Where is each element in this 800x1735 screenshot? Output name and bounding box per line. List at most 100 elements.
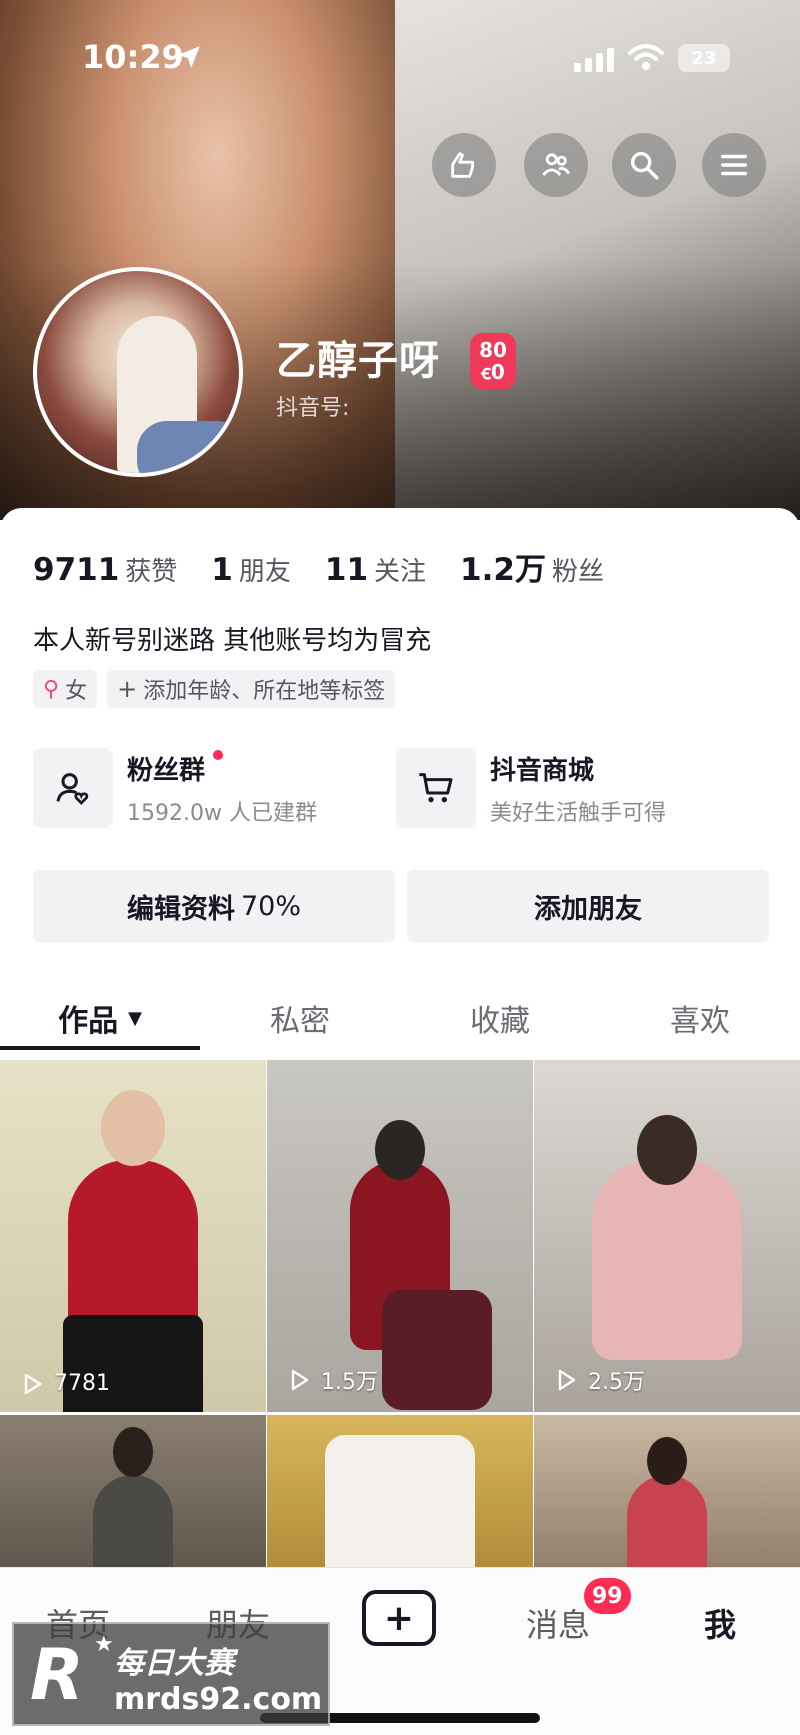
video-thumbnail[interactable]: 2.5万 [534,1060,800,1412]
status-bar: 10:29 23 [0,0,800,110]
thumbnail-figure-lower [63,1315,203,1412]
thumbnail-head [113,1427,153,1477]
video-thumbnail[interactable]: 7781 [0,1060,266,1412]
stat-likes[interactable]: 9711 获赞 [33,551,177,588]
fan-group-icon [56,773,89,805]
level-badge-bottom: ꞓ0 [481,360,505,384]
thumbnail-figure [627,1475,707,1577]
play-icon [24,1373,42,1394]
play-count: 2.5万 [554,1364,645,1396]
tab-label: 作品 [58,1004,119,1039]
star-icon: ★ [94,1632,114,1657]
fan-group-subtitle: 1592.0w 人已建群 [127,800,317,826]
thumbnail-figure [592,1160,742,1360]
create-button[interactable]: + [362,1590,436,1646]
stat-label: 关注 [374,557,427,587]
search-icon [630,151,659,180]
watermark-title: 每日大赛 [114,1646,234,1681]
play-count-value: 1.5万 [321,1370,378,1395]
thumbnail-figure [325,1435,475,1577]
edit-profile-percent: 70% [240,890,301,922]
profile-card: 9711 获赞 1 朋友 11 关注 1.2万 粉丝 本人新号别迷路 其他账号均… [0,508,800,1735]
profile-header: 10:29 23 乙醇子呀 80 ꞓ0 抖音号: [0,0,800,520]
status-time: 10:29 [82,38,184,76]
plus-icon: + [117,675,138,703]
stat-followers[interactable]: 1.2万 粉丝 [460,544,604,589]
play-count: 7781 [20,1371,110,1396]
location-arrow-icon [178,46,200,68]
username: 乙醇子呀 [276,338,440,384]
tab-works[interactable]: 作品 ▼ [0,978,200,1058]
video-thumbnail[interactable] [267,1415,533,1577]
stat-value: 1 [211,552,233,588]
nav-messages[interactable]: 消息 [526,1600,590,1646]
video-grid: 7781 1.5万 2.5万 [0,1060,800,1577]
tab-favorites[interactable]: 收藏 [400,978,600,1058]
plus-icon: + [383,1597,415,1639]
edit-profile-button[interactable]: 编辑资料 70% [33,870,395,942]
profile-tags: ⚲ 女 + 添加年龄、所在地等标签 [33,670,396,708]
add-tags-label: 添加年龄、所在地等标签 [143,679,386,704]
watermark-logo: R [30,1634,84,1716]
stat-friends[interactable]: 1 朋友 [211,551,291,588]
level-badge-top: 80 [479,338,507,362]
wifi-icon [628,44,664,70]
tab-private[interactable]: 私密 [200,978,400,1058]
notification-dot [213,749,223,760]
level-badge[interactable]: 80 ꞓ0 [470,333,516,389]
stats-row: 9711 获赞 1 朋友 11 关注 1.2万 粉丝 [33,544,638,589]
profile-screen: 10:29 23 乙醇子呀 80 ꞓ0 抖音号: 9711 获赞 1 朋友 11… [0,0,800,1735]
play-count-value: 2.5万 [588,1370,645,1395]
stat-value: 1.2万 [460,552,546,588]
menu-button[interactable] [702,133,766,197]
thumbnail-legs [382,1290,492,1410]
stat-label: 朋友 [238,557,291,587]
gender-tag[interactable]: ⚲ 女 [33,670,98,708]
caret-down-icon: ▼ [128,1007,142,1029]
play-count-value: 7781 [54,1371,110,1396]
play-count: 1.5万 [287,1364,378,1396]
video-thumbnail[interactable]: 1.5万 [267,1060,533,1412]
stat-label: 获赞 [125,557,178,587]
fan-group-title: 粉丝群 [127,749,317,787]
mall-subtitle: 美好生活触手可得 [490,800,667,826]
hand-pointer-icon [451,152,474,178]
add-friend-button[interactable]: 添加朋友 [407,870,769,942]
watermark-url: mrds92.com [114,1682,323,1717]
nav-me[interactable]: 我 [704,1600,736,1646]
stat-value: 11 [324,552,369,588]
thumbnail-head [101,1090,165,1166]
fan-group-title-text: 粉丝群 [127,755,206,786]
tab-likes[interactable]: 喜欢 [600,978,800,1058]
stat-value: 9711 [33,552,120,588]
visitor-button[interactable] [432,133,496,197]
gender-label: 女 [65,679,88,704]
add-tags-chip[interactable]: + 添加年龄、所在地等标签 [107,670,396,708]
content-tabs: 作品 ▼ 私密 收藏 喜欢 [0,978,800,1058]
avatar[interactable] [33,267,243,477]
female-icon: ⚲ [43,676,60,702]
thumbnail-head [637,1115,697,1185]
douyin-id[interactable]: 抖音号: [276,390,349,422]
menu-icon [720,154,748,176]
thumbnail-figure [93,1475,173,1577]
people-icon [542,153,570,176]
fan-group-entry[interactable]: 粉丝群 1592.0w 人已建群 [33,746,317,830]
video-thumbnail[interactable] [534,1415,800,1577]
mall-title: 抖音商城 [490,755,595,786]
fan-group-icon-box [33,748,113,828]
bio-text: 本人新号别迷路 其他账号均为冒充 [33,626,432,656]
edit-profile-label: 编辑资料 [126,893,235,925]
action-buttons: 编辑资料 70% 添加朋友 [33,870,769,942]
mall-entry[interactable]: 抖音商城 美好生活触手可得 [396,746,666,830]
play-icon [558,1369,576,1391]
thumbnail-head [375,1120,425,1180]
friends-button[interactable] [524,133,588,197]
stat-following[interactable]: 11 关注 [325,551,426,588]
cart-icon [419,773,453,803]
video-thumbnail[interactable] [0,1415,266,1577]
services-row: 粉丝群 1592.0w 人已建群 抖音商城 美好生活触手可得 [33,746,773,830]
search-button[interactable] [612,133,676,197]
thumbnail-head [647,1437,687,1485]
mall-icon-box [396,748,476,828]
